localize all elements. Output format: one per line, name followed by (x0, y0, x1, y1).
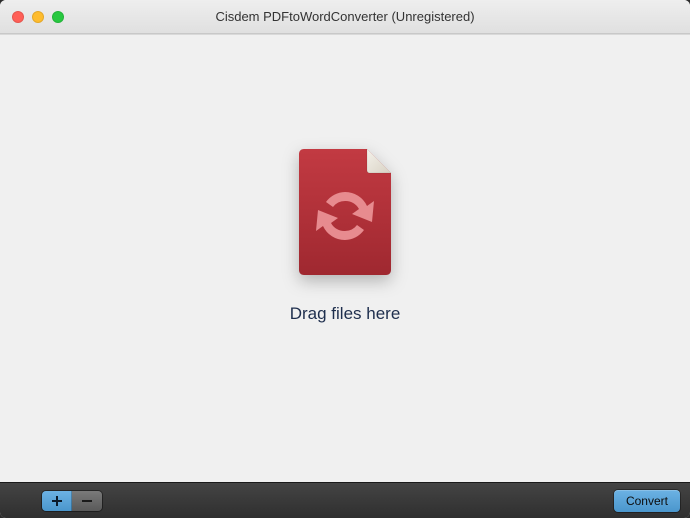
bottom-toolbar: Convert (0, 482, 690, 518)
convert-button-label: Convert (626, 494, 668, 508)
plus-icon (51, 495, 63, 507)
file-convert-illustration (295, 148, 395, 276)
app-window: Cisdem PDFtoWordConverter (Unregistered) (0, 0, 690, 518)
add-file-button[interactable] (42, 491, 72, 511)
file-convert-icon (295, 148, 395, 276)
remove-file-button[interactable] (72, 491, 102, 511)
window-title: Cisdem PDFtoWordConverter (Unregistered) (0, 9, 690, 24)
add-remove-segment (42, 491, 102, 511)
drop-label: Drag files here (290, 304, 401, 324)
close-icon[interactable] (12, 11, 24, 23)
titlebar: Cisdem PDFtoWordConverter (Unregistered) (0, 0, 690, 34)
minus-icon (81, 495, 93, 507)
maximize-icon[interactable] (52, 11, 64, 23)
convert-button[interactable]: Convert (614, 490, 680, 512)
drop-area[interactable]: Drag files here (0, 34, 690, 482)
minimize-icon[interactable] (32, 11, 44, 23)
traffic-lights (0, 11, 64, 23)
